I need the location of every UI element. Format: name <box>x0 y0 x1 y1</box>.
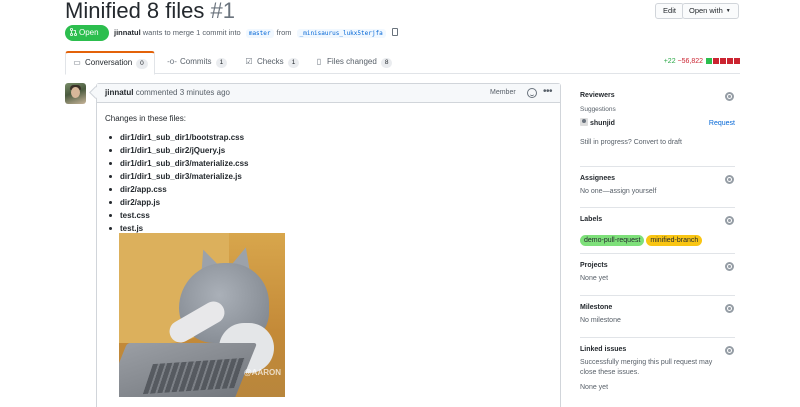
label-minified-branch[interactable]: minified-branch <box>646 235 703 246</box>
milestone-title[interactable]: Milestone <box>580 302 735 314</box>
label-demo-pull-request[interactable]: demo-pull-request <box>580 235 645 246</box>
list-item: dir1/dir1_sub_dir1/bootstrap.css <box>105 131 249 144</box>
gif-watermark: @AARON <box>243 368 281 377</box>
linked-issues-description: Successfully merging this pull request m… <box>580 359 713 376</box>
suggested-reviewer: shunjid Request <box>580 118 735 130</box>
projects-section: Projects None yet <box>580 253 735 284</box>
list-item: dir1/dir1_sub_dir2/jQuery.js <box>105 144 249 157</box>
convert-to-draft-text[interactable]: Still in progress? Convert to draft <box>580 138 735 148</box>
diffstat: +22 −56,822 <box>664 58 740 65</box>
checks-icon: ☑ <box>245 57 253 66</box>
open-with-button[interactable]: Open with ▼ <box>682 3 739 19</box>
labels-section: Labels demo-pull-request minified-branch <box>580 207 735 247</box>
open-with-label: Open with <box>689 6 723 15</box>
tab-label: Checks <box>257 57 284 66</box>
comment-intro: Changes in these files: <box>105 114 186 123</box>
list-item: dir1/dir1_sub_dir3/materialize.css <box>105 157 249 170</box>
pr-tabs: ▭ Conversation 0 -o- Commits 1 ☑ Checks 1 ▯ Fil… <box>65 51 740 75</box>
chevron-down-icon: ▼ <box>725 8 731 15</box>
gear-icon[interactable] <box>725 262 734 271</box>
diffstat-block <box>713 58 719 64</box>
avatar <box>580 118 588 126</box>
kebab-menu-icon[interactable]: ••• <box>543 84 553 100</box>
tab-label: Commits <box>180 57 212 66</box>
tab-counter: 8 <box>380 58 393 68</box>
merge-description: jinnatul wants to merge 1 commit into ma… <box>114 28 398 38</box>
linked-issues-value: None yet <box>580 384 609 391</box>
comment-header: jinnatul commented 3 minutes ago Member … <box>97 84 560 103</box>
reviewers-section: Reviewers Suggestions shunjid Request St… <box>580 90 735 150</box>
merge-action-text: wants to merge 1 commit into <box>142 28 241 37</box>
tab-counter: 1 <box>215 58 228 68</box>
pr-header: Minified 8 files #1 Edit Open with ▼ <box>65 0 740 24</box>
list-item: dir2/app.js <box>105 196 249 209</box>
list-item: dir1/dir1_sub_dir3/materialize.js <box>105 170 249 183</box>
comment-timestamp[interactable]: commented 3 minutes ago <box>136 88 230 97</box>
projects-title[interactable]: Projects <box>580 260 735 272</box>
linked-issues-title[interactable]: Linked issues <box>580 344 735 356</box>
labels-title[interactable]: Labels <box>580 214 735 226</box>
list-item: dir2/app.css <box>105 183 249 196</box>
status-badge: Open <box>65 25 109 41</box>
list-item: test.css <box>105 209 249 222</box>
smiley-icon[interactable] <box>527 88 537 98</box>
labels-list: demo-pull-request minified-branch <box>580 229 735 247</box>
tab-label: Conversation <box>85 58 133 67</box>
diffstat-block <box>720 58 726 64</box>
avatar[interactable] <box>65 83 86 104</box>
status-label: Open <box>79 28 99 37</box>
file-diff-icon: ▯ <box>316 57 322 66</box>
reviewer-name[interactable]: shunjid <box>590 120 615 127</box>
edit-button[interactable]: Edit <box>655 3 684 19</box>
tab-label: Files changed <box>327 57 377 66</box>
commit-icon: -o- <box>167 57 177 66</box>
member-badge: Member <box>490 89 516 96</box>
tab-counter: 0 <box>136 59 148 69</box>
head-branch[interactable]: _minisaurus_lukx5terjfa <box>296 29 386 38</box>
gear-icon[interactable] <box>725 304 734 313</box>
milestone-value: No milestone <box>580 317 621 324</box>
gear-icon[interactable] <box>725 346 734 355</box>
pull-request-icon <box>69 27 78 37</box>
tab-conversation[interactable]: ▭ Conversation 0 <box>65 51 155 75</box>
suggestions-label: Suggestions <box>580 106 616 113</box>
tab-counter: 1 <box>287 58 300 68</box>
gear-icon[interactable] <box>725 175 734 184</box>
from-text: from <box>276 28 292 37</box>
diffstat-block <box>727 58 733 64</box>
copy-clipboard-icon[interactable] <box>391 28 398 36</box>
projects-value: None yet <box>580 275 609 282</box>
deletions-count: −56,822 <box>677 58 704 65</box>
tab-commits[interactable]: -o- Commits 1 <box>167 51 228 74</box>
gear-icon[interactable] <box>725 216 734 225</box>
page-title: Minified 8 files #1 <box>65 0 235 24</box>
assignees-title[interactable]: Assignees <box>580 173 735 185</box>
cat-typing-gif: @AARON <box>119 233 285 397</box>
linked-issues-section: Linked issues Successfully merging this … <box>580 337 735 393</box>
assignees-section: Assignees No one—assign yourself <box>580 166 735 197</box>
author-link[interactable]: jinnatul <box>114 28 141 37</box>
milestone-section: Milestone No milestone <box>580 295 735 326</box>
base-branch[interactable]: master <box>245 29 274 38</box>
comment-author[interactable]: jinnatul <box>105 88 133 97</box>
assignees-value[interactable]: No one—assign yourself <box>580 187 735 197</box>
diffstat-block <box>734 58 740 64</box>
comment-icon: ▭ <box>73 58 81 67</box>
comment-body: Changes in these files: dir1/dir1_sub_di… <box>105 114 249 235</box>
pr-title-text: Minified 8 files <box>65 0 205 23</box>
additions-count: +22 <box>663 58 676 65</box>
file-list: dir1/dir1_sub_dir1/bootstrap.css dir1/di… <box>105 131 249 235</box>
pr-number: #1 <box>210 0 235 23</box>
diffstat-block <box>706 58 712 64</box>
request-review-link[interactable]: Request <box>709 118 735 130</box>
gear-icon[interactable] <box>725 92 734 101</box>
tab-files-changed[interactable]: ▯ Files changed 8 <box>314 51 393 74</box>
reviewers-title[interactable]: Reviewers <box>580 90 735 102</box>
tab-checks[interactable]: ☑ Checks 1 <box>244 51 300 74</box>
